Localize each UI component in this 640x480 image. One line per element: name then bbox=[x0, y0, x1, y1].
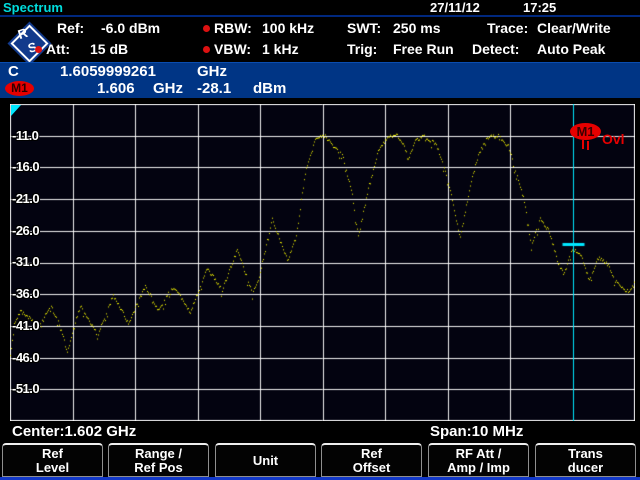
setting-trace-mode: Trace:Clear/Write bbox=[487, 20, 611, 36]
y-tick-label: -11.0 bbox=[12, 128, 38, 144]
softkey-label-line: Offset bbox=[353, 461, 391, 475]
marker-level-unit: dBm bbox=[253, 80, 286, 97]
y-tick-label: -36.0 bbox=[12, 286, 39, 302]
coupled-dot-icon bbox=[203, 46, 210, 53]
setting-value: Auto Peak bbox=[537, 41, 605, 57]
title-separator bbox=[0, 15, 640, 17]
setting-label: Trig: bbox=[347, 41, 393, 57]
span-label[interactable]: Span:10 MHz bbox=[430, 423, 523, 440]
mode-title: Spectrum bbox=[3, 0, 63, 16]
setting-value: 1 kHz bbox=[262, 41, 299, 57]
y-tick-label: -16.0 bbox=[12, 159, 39, 175]
frequency-marker-panel: C 1.6059999261 GHz M1 1.606 GHz -28.1 dB… bbox=[0, 62, 640, 98]
overload-indicator: Ovl bbox=[602, 131, 625, 147]
reference-position-icon bbox=[11, 105, 21, 116]
softkey-label-line: Ref bbox=[361, 447, 382, 461]
softkey-label-line: Ref bbox=[42, 447, 63, 461]
setting-ref-level: Ref:-6.0 dBm bbox=[46, 20, 160, 36]
center-freq-tag: C bbox=[8, 63, 19, 80]
softkey-label-line: Amp / Imp bbox=[447, 461, 510, 475]
setting-rbw: RBW:100 kHz bbox=[203, 20, 314, 36]
title-bar: Spectrum 27/11/12 17:25 bbox=[0, 0, 640, 16]
marker-level-value: -28.1 bbox=[197, 80, 231, 97]
setting-label: VBW: bbox=[214, 41, 262, 57]
softkey-label-line: Range / bbox=[135, 447, 182, 461]
y-tick-label: -46.0 bbox=[12, 350, 39, 366]
setting-label: Att: bbox=[46, 41, 90, 57]
softkey-ref-level[interactable]: Ref Level bbox=[2, 443, 103, 477]
center-freq-unit: GHz bbox=[197, 63, 227, 80]
setting-value: -6.0 dBm bbox=[101, 20, 160, 36]
marker-pin-icon bbox=[587, 141, 589, 150]
setting-label: Trace: bbox=[487, 20, 537, 36]
setting-attenuation: Att:15 dB bbox=[35, 41, 128, 57]
spectrum-graticule bbox=[10, 104, 635, 421]
marker-m1-flag: M1 bbox=[570, 123, 601, 140]
setting-vbw: VBW:1 kHz bbox=[203, 41, 299, 57]
setting-label: Ref: bbox=[57, 20, 101, 36]
setting-value: Clear/Write bbox=[537, 20, 611, 36]
softkey-range-ref-pos[interactable]: Range / Ref Pos bbox=[108, 443, 209, 477]
softkey-label-line: Unit bbox=[253, 454, 278, 468]
softkey-label-line: Level bbox=[36, 461, 69, 475]
softkey-label-line: Trans bbox=[568, 447, 603, 461]
setting-value: 15 dB bbox=[90, 41, 128, 57]
time-label: 17:25 bbox=[523, 0, 556, 16]
setting-swt: SWT:250 ms bbox=[347, 20, 440, 36]
y-tick-label: -21.0 bbox=[12, 191, 39, 207]
setting-label: RBW: bbox=[214, 20, 262, 36]
date-label: 27/11/12 bbox=[430, 0, 480, 16]
setting-detector: Detect:Auto Peak bbox=[472, 41, 605, 57]
softkey-label-line: RF Att / bbox=[456, 447, 502, 461]
marker-pin-icon bbox=[582, 140, 584, 149]
softkey-label-line: ducer bbox=[568, 461, 603, 475]
y-tick-label: -26.0 bbox=[12, 223, 39, 239]
marker-m1-badge: M1 bbox=[5, 81, 34, 96]
setting-label: SWT: bbox=[347, 20, 393, 36]
softkey-unit[interactable]: Unit bbox=[215, 443, 316, 477]
setting-trigger: Trig:Free Run bbox=[347, 41, 454, 57]
spectrum-analyzer-screen: Spectrum 27/11/12 17:25 R S Ref:-6.0 dBm… bbox=[0, 0, 640, 480]
setting-value: Free Run bbox=[393, 41, 454, 57]
center-frequency-label[interactable]: Center:1.602 GHz bbox=[12, 423, 136, 440]
coupled-dot-icon bbox=[35, 46, 42, 53]
y-tick-label: -31.0 bbox=[12, 254, 39, 270]
softkey-transducer[interactable]: Trans ducer bbox=[535, 443, 636, 477]
setting-value: 100 kHz bbox=[262, 20, 314, 36]
y-tick-label: -51.0 bbox=[12, 381, 39, 397]
center-frequency-row: C 1.6059999261 GHz bbox=[0, 63, 640, 80]
marker-freq-value: 1.606 bbox=[97, 80, 135, 97]
marker-readout-row: M1 1.606 GHz -28.1 dBm bbox=[0, 80, 640, 97]
softkey-label-line: Ref Pos bbox=[134, 461, 182, 475]
softkey-rf-att-amp-imp[interactable]: RF Att / Amp / Imp bbox=[428, 443, 529, 477]
marker-freq-unit: GHz bbox=[153, 80, 183, 97]
center-freq-value[interactable]: 1.6059999261 bbox=[60, 63, 156, 80]
setting-value: 250 ms bbox=[393, 20, 440, 36]
y-tick-label: -41.0 bbox=[12, 318, 39, 334]
coupled-dot-icon bbox=[203, 25, 210, 32]
trace-canvas bbox=[10, 104, 635, 421]
softkey-ref-offset[interactable]: Ref Offset bbox=[321, 443, 422, 477]
setting-label: Detect: bbox=[472, 41, 537, 57]
